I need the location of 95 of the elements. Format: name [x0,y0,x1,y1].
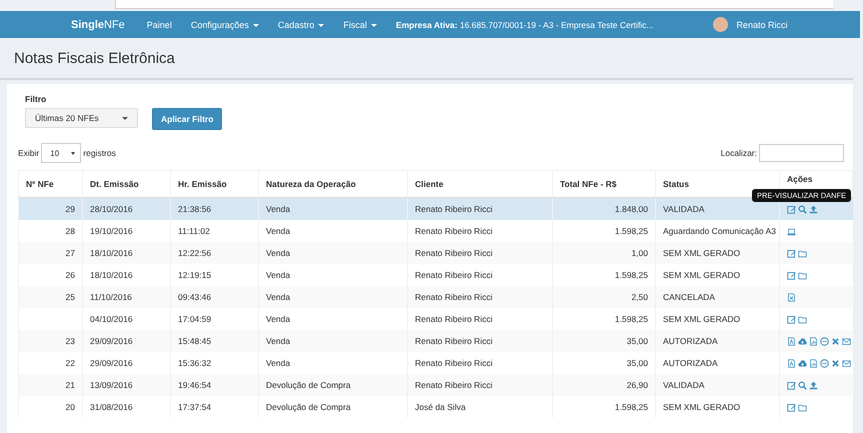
edit-icon[interactable] [787,381,796,390]
table-cell: 11/10/2016 [82,286,170,308]
table-cell: 2,50 [552,286,656,308]
envelope-icon[interactable] [842,359,851,368]
table-cell: SEM XML GERADO [656,242,780,264]
folder-icon[interactable] [798,249,807,258]
table-cell: Venda [258,330,408,352]
table-cell: 1.848,00 [552,198,656,220]
circle-icon[interactable] [820,337,829,346]
table-cell: SEM XML GERADO [656,396,780,418]
table-cell: 29/09/2016 [82,330,170,352]
folder-icon[interactable] [798,271,807,280]
nav-item[interactable]: Cadastro [278,20,324,30]
envelope-icon[interactable] [842,337,851,346]
cloud-download-icon[interactable] [798,359,807,368]
apply-filter-button[interactable]: Aplicar Filtro [152,108,222,130]
nav-item[interactable]: Fiscal [343,20,377,30]
close-icon[interactable] [831,359,840,368]
laptop-icon[interactable] [787,227,796,236]
table-cell: 23 [18,330,82,352]
table-cell: 35,00 [552,330,656,352]
table-cell: Renato Ribeiro Ricci [408,198,552,220]
chart-document-icon[interactable] [809,359,818,368]
table-row[interactable]: 27 18/10/2016 12:22:56 Venda Renato Ribeiro Ricci 1,00 SEM XML GERADO [18,242,852,264]
circle-icon[interactable] [820,359,829,368]
search-icon[interactable] [798,381,807,390]
cloud-download-icon[interactable] [798,337,807,346]
table-cell: 31/08/2016 [82,396,170,418]
user-name[interactable]: Renato Ricci [736,20,788,30]
filter-label: Filtro [25,94,48,104]
table-cell: 25 [18,286,82,308]
search-icon[interactable] [798,205,807,214]
table-cell: 15:48:45 [170,330,258,352]
page-title: Notas Fiscais Eletrônica [14,50,175,66]
table-cell: 19:46:54 [170,374,258,396]
table-cell: Venda [258,198,408,220]
table-cell: 20 [18,396,82,418]
document-icon[interactable] [787,359,796,368]
file-x-icon[interactable] [787,293,796,302]
search-label: Localizar: [720,148,757,158]
table-cell: 27 [18,242,82,264]
table-cell: Devolução de Compra [258,374,408,396]
nav-item[interactable]: Configurações [190,20,259,30]
table-cell: 1.598,25 [552,396,656,418]
table-cell: 13/09/2016 [82,374,170,396]
edit-icon[interactable] [787,315,796,324]
column-header[interactable]: Nº NFe [18,170,82,198]
table-row[interactable]: 25 11/10/2016 09:43:46 Venda Renato Ribeiro Ricci 2,50 CANCELADA [18,286,852,308]
filter-select[interactable]: Últimas 20 NFEs [25,108,138,128]
table-cell: Renato Ribeiro Ricci [408,374,552,396]
table-cell: CANCELADA [656,286,780,308]
close-icon[interactable] [831,337,840,346]
table-cell: AUTORIZADA [656,330,780,352]
table-row[interactable]: 21 13/09/2016 19:46:54 Devolução de Compra Renato Ribeiro Ricci 26,90 VALIDADA [18,374,852,396]
records-label: registros [83,148,116,158]
upload-icon[interactable] [809,205,818,214]
document-icon[interactable] [787,337,796,346]
table-cell: 17:37:54 [170,396,258,418]
brand-logo[interactable]: SingleNFe [71,18,125,30]
table-cell: 21:38:56 [170,198,258,220]
table-cell: 29 [18,198,82,220]
page-size-select[interactable]: 10 [41,143,82,163]
table-cell: Venda [258,242,408,264]
upload-icon[interactable] [809,381,818,390]
active-company: Empresa Ativa: 16.685.707/0001-19 - A3 - Empresa Teste Certific... [396,20,654,30]
edit-icon[interactable] [787,249,796,258]
table-cell: 09:43:46 [170,286,258,308]
edit-icon[interactable] [787,205,796,214]
table-cell: 28/10/2016 [82,198,170,220]
search-field[interactable] [759,144,844,162]
table-cell: VALIDADA [656,198,780,220]
edit-icon[interactable] [787,271,796,280]
edit-icon[interactable] [787,403,796,412]
table-cell: Venda [258,286,408,308]
nav-item[interactable]: Painel [146,20,172,30]
table-row[interactable]: 23 29/09/2016 15:48:45 Venda Renato Ribeiro Ricci 35,00 AUTORIZADA [18,330,852,352]
folder-icon[interactable] [798,403,807,412]
table-cell: 26,90 [552,374,656,396]
table-cell: 18/10/2016 [82,242,170,264]
table-cell: Renato Ribeiro Ricci [408,330,552,352]
avatar[interactable] [713,17,728,32]
table-cell: VALIDADA [656,374,780,396]
chart-document-icon[interactable] [809,337,818,346]
folder-icon[interactable] [798,315,807,324]
table-cell: Devolução de Compra [258,396,408,418]
column-header[interactable]: Natureza da Operação [258,170,408,198]
table-cell: 1,00 [552,242,656,264]
table-cell: Renato Ribeiro Ricci [408,242,552,264]
table-cell: José da Silva [408,396,552,418]
table-row[interactable]: 20 31/08/2016 17:37:54 Devolução de Compra José da Silva 1.598,25 SEM XML GERADO [18,396,852,418]
show-label: Exibir [18,148,40,158]
table-cell: 12:22:56 [170,242,258,264]
table-cell: 21 [18,374,82,396]
column-header[interactable]: Cliente [408,170,552,198]
table-cell: Renato Ribeiro Ricci [408,286,552,308]
